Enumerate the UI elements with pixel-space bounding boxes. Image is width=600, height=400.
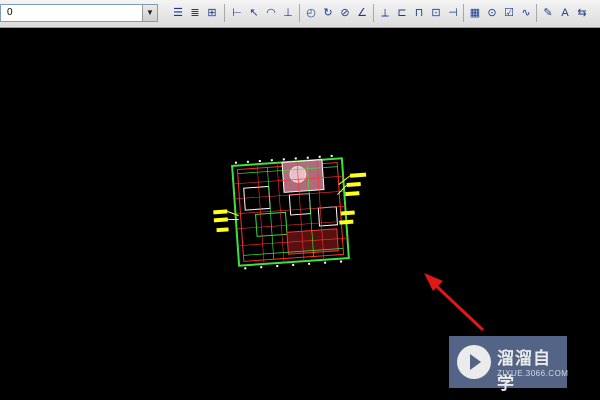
toolbar-separator	[373, 4, 374, 22]
toolbar-separator	[299, 4, 300, 22]
toolbar-separator	[224, 4, 225, 22]
layer-dropdown-value: 0	[7, 7, 13, 18]
ordinate-dimension-icon[interactable]: ⊥	[280, 5, 296, 21]
center-mark-icon[interactable]: ⊙	[484, 5, 500, 21]
continue-dimension-icon[interactable]: ⊓	[411, 5, 427, 21]
floor-plan[interactable]	[210, 153, 372, 272]
dimension-space-icon[interactable]: ⊡	[428, 5, 444, 21]
aligned-dimension-icon[interactable]: ↖	[246, 5, 262, 21]
jogged-linear-icon[interactable]: ∿	[518, 5, 534, 21]
diameter-dimension-icon[interactable]: ⊘	[337, 5, 353, 21]
radius-dimension-icon[interactable]: ◴	[303, 5, 319, 21]
dimension-edit-icon[interactable]: ✎	[540, 5, 556, 21]
watermark: 溜溜自学 ZIXUE.3066.COM	[449, 336, 569, 394]
dimension-toolbar: 0 ▼ ☰ ≣ ⊞ ⊢ ↖ ◠ ⊥ ◴ ↻ ⊘ ∠ ⟂ ⊏ ⊓ ⊡ ⊣ ▦ ⊙ …	[0, 0, 600, 28]
dimension-break-icon[interactable]: ⊣	[445, 5, 461, 21]
layer-manager-icon[interactable]: ☰	[170, 5, 186, 21]
baseline-dimension-icon[interactable]: ⊏	[394, 5, 410, 21]
annotation-arrow	[424, 273, 485, 332]
dimension-update-icon[interactable]: ⇆	[574, 5, 590, 21]
inspection-icon[interactable]: ☑	[501, 5, 517, 21]
layer-properties-icon[interactable]: ⊞	[204, 5, 220, 21]
play-logo-icon	[457, 345, 491, 379]
watermark-url: ZIXUE.3066.COM	[497, 369, 569, 378]
linear-dimension-icon[interactable]: ⊢	[229, 5, 245, 21]
arc-length-icon[interactable]: ◠	[263, 5, 279, 21]
angular-dimension-icon[interactable]: ∠	[354, 5, 370, 21]
toolbar-separator	[463, 4, 464, 22]
toolbar-separator	[536, 4, 537, 22]
chevron-down-icon[interactable]: ▼	[142, 5, 157, 21]
quick-dimension-icon[interactable]: ⟂	[377, 5, 393, 21]
tolerance-icon[interactable]: ▦	[467, 5, 483, 21]
dimension-text-edit-icon[interactable]: A	[557, 5, 573, 21]
layer-dropdown[interactable]: 0 ▼	[0, 4, 158, 22]
jogged-dimension-icon[interactable]: ↻	[320, 5, 336, 21]
layer-state-icon[interactable]: ≣	[187, 5, 203, 21]
